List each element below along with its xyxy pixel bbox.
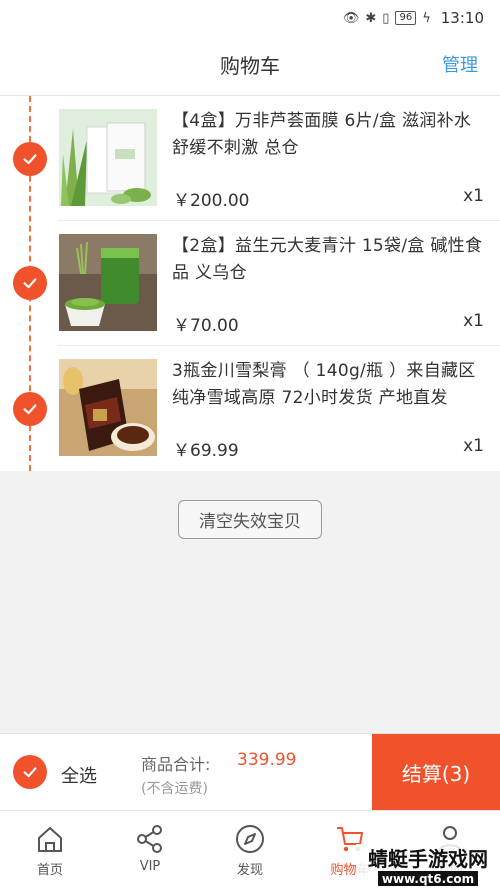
select-all-checkbox[interactable] xyxy=(13,755,47,789)
tab-label: 我的 xyxy=(436,863,463,878)
tab-discover[interactable]: 发现 xyxy=(200,811,300,888)
total-label: 商品合计: xyxy=(141,755,211,774)
product-quantity: x1 xyxy=(463,436,484,456)
product-name[interactable]: 【2盒】益生元大麦青汁 15袋/盒 碱性食品 义乌仓 xyxy=(172,233,486,287)
bluetooth-icon: ✱ xyxy=(365,10,377,26)
product-quantity: x1 xyxy=(463,186,484,206)
product-image[interactable] xyxy=(59,359,157,456)
tab-label: 购物车 xyxy=(330,863,370,878)
check-icon xyxy=(23,767,37,778)
select-all-label[interactable]: 全选 xyxy=(61,762,97,788)
eye-icon: 👁 xyxy=(342,10,360,26)
product-image[interactable] xyxy=(59,109,157,206)
product-name[interactable]: 3瓶金川雪梨膏 （ 140g/瓶 ）来自藏区纯净雪域高原 72小时发货 产地直发 xyxy=(172,358,486,412)
cart-item[interactable]: 【4盒】万非芦荟面膜 6片/盒 滋润补水 舒缓不刺激 总仓 ￥200.00 x1 xyxy=(0,96,500,221)
cart-item[interactable]: 【2盒】益生元大麦青汁 15袋/盒 碱性食品 义乌仓 ￥70.00 x1 xyxy=(0,221,500,346)
check-icon xyxy=(23,154,37,165)
clear-invalid-button[interactable]: 清空失效宝贝 xyxy=(178,500,322,539)
share-icon xyxy=(137,825,162,853)
item-checkbox[interactable] xyxy=(13,392,47,426)
home-icon xyxy=(38,827,62,852)
product-quantity: x1 xyxy=(463,311,484,331)
user-icon xyxy=(438,826,462,853)
cart-icon xyxy=(337,827,363,852)
charging-icon: ϟ xyxy=(422,10,431,26)
tab-mine[interactable]: 我的 xyxy=(400,811,500,888)
total-value: 339.99 xyxy=(237,750,297,770)
pear-paste-product-icon xyxy=(59,359,157,456)
vibrate-icon: ▯ xyxy=(382,10,390,26)
barley-juice-product-icon xyxy=(59,234,157,331)
product-image[interactable] xyxy=(59,234,157,331)
tab-home[interactable]: 首页 xyxy=(0,811,100,888)
tab-cart[interactable]: 购物车 xyxy=(300,811,400,888)
cart-item[interactable]: 3瓶金川雪梨膏 （ 140g/瓶 ）来自藏区纯净雪域高原 72小时发货 产地直发… xyxy=(0,346,500,471)
status-bar: 👁 ✱ ▯ 96 ϟ 13:10 xyxy=(0,0,500,36)
check-icon xyxy=(23,404,37,415)
tab-label: 首页 xyxy=(36,863,63,878)
bottom-tab-bar: 首页 VIP 发现 购物车 我的 xyxy=(0,810,500,888)
tab-vip[interactable]: VIP xyxy=(100,811,200,888)
item-checkbox[interactable] xyxy=(13,142,47,176)
item-checkbox[interactable] xyxy=(13,266,47,300)
product-price: ￥69.99 xyxy=(173,441,239,461)
check-icon xyxy=(23,278,37,289)
tab-label: VIP xyxy=(139,859,161,874)
battery-indicator: 96 xyxy=(395,11,417,25)
checkout-button[interactable]: 结算(3) xyxy=(372,734,500,811)
cart-list: 【4盒】万非芦荟面膜 6片/盒 滋润补水 舒缓不刺激 总仓 ￥200.00 x1… xyxy=(0,96,500,471)
product-price: ￥200.00 xyxy=(173,191,250,211)
manage-button[interactable]: 管理 xyxy=(442,36,478,96)
page-title: 购物车 xyxy=(220,54,280,78)
checkout-bar: 全选 商品合计: 339.99 (不含运费) 结算(3) xyxy=(0,733,500,811)
compass-icon xyxy=(236,825,264,853)
tab-label: 发现 xyxy=(236,863,263,878)
aloe-mask-product-icon xyxy=(59,109,157,206)
header: 购物车 管理 xyxy=(0,36,500,96)
product-name[interactable]: 【4盒】万非芦荟面膜 6片/盒 滋润补水 舒缓不刺激 总仓 xyxy=(172,108,486,162)
status-time: 13:10 xyxy=(440,9,484,27)
shipping-note: (不含运费) xyxy=(141,781,208,797)
product-price: ￥70.00 xyxy=(173,316,239,336)
